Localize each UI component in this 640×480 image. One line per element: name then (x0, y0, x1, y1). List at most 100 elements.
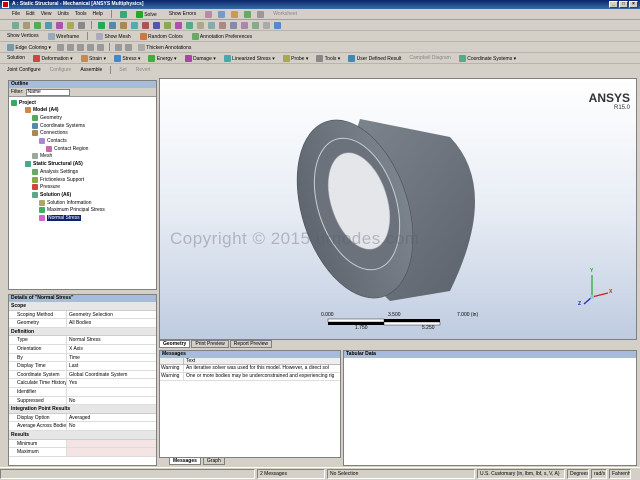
details-value[interactable]: Global Coordinate System (67, 371, 156, 379)
details-section-header[interactable]: Definition (9, 327, 156, 337)
tree-node[interactable]: Analysis Settings (32, 168, 78, 175)
zoom-icon[interactable] (120, 21, 127, 29)
tree-node[interactable]: Model (A4) (25, 107, 59, 114)
zoom-fit-icon[interactable] (142, 21, 149, 29)
show-errors-button[interactable]: Show Errors (166, 10, 200, 18)
details-value[interactable] (67, 439, 156, 448)
tab-graph[interactable]: Graph (202, 457, 225, 465)
pan-icon[interactable] (109, 21, 116, 29)
tree-node[interactable]: Contacts (39, 138, 67, 145)
details-row[interactable]: Geometry All Bodies (9, 319, 156, 328)
details-value[interactable]: Geometry Selection (67, 311, 156, 319)
edge-style-icon-3[interactable] (76, 43, 84, 51)
details-section-header[interactable]: Results (9, 430, 156, 440)
joint-configure-button[interactable]: Joint Configure (4, 66, 44, 74)
details-value[interactable]: Last (67, 362, 156, 370)
details-row[interactable]: Minimum (9, 439, 156, 449)
tools-menu[interactable]: Tools ▾ (313, 54, 343, 63)
tree-node[interactable]: Coordinate Systems (32, 122, 85, 129)
triad-icon[interactable] (274, 21, 281, 29)
select-mode-icon[interactable] (12, 21, 19, 29)
show-vertices-button[interactable]: Show Vertices (4, 32, 42, 40)
edge-select-icon[interactable] (45, 21, 52, 29)
random-colors-button[interactable]: Random Colors (137, 32, 186, 41)
filter-select[interactable]: Name (25, 88, 70, 96)
menu-tools[interactable]: Tools (75, 11, 87, 17)
edge-style-icon-5[interactable] (96, 43, 104, 51)
section-plane-icon[interactable] (208, 21, 215, 29)
box-zoom-icon[interactable] (131, 21, 138, 29)
close-button[interactable]: × (629, 1, 638, 8)
details-row[interactable]: Average Across Bodies No (9, 422, 156, 431)
campbell-diagram-button[interactable]: Campbell Diagram (406, 54, 453, 62)
details-value[interactable] (67, 388, 156, 396)
tree-node[interactable]: Geometry (32, 114, 62, 121)
details-row[interactable]: Maximum (9, 448, 156, 457)
tree-node[interactable]: Connections (32, 130, 68, 137)
wireframe-button[interactable]: Wireframe (45, 32, 82, 41)
legend-icon[interactable] (263, 21, 270, 29)
solve-button[interactable]: Solve (133, 10, 160, 19)
configure-button[interactable]: Configure (47, 66, 75, 74)
details-row[interactable]: Scoping Method Geometry Selection (9, 310, 156, 320)
vertex-select-icon[interactable] (34, 21, 41, 29)
toolbar-icon-d[interactable] (244, 10, 252, 18)
toolbar-icon-a[interactable] (205, 10, 213, 18)
worksheet-button[interactable]: Worksheet (270, 10, 300, 18)
details-value[interactable]: Averaged (67, 414, 156, 422)
details-value[interactable]: X Axis (67, 345, 156, 353)
graphics-viewport[interactable]: ANSYS R15.0 0.000 3.500 7.000 (in) 1.750… (159, 78, 637, 340)
assemble-button[interactable]: Assemble (77, 66, 105, 74)
details-row[interactable]: Type Normal Stress (9, 336, 156, 345)
model-svg[interactable] (160, 79, 638, 341)
tree-node[interactable]: Pressure (32, 184, 60, 191)
toolbar-icon-b[interactable] (218, 10, 226, 18)
tree-node[interactable]: Normal Stress (39, 215, 81, 222)
maximize-button[interactable]: □ (619, 1, 628, 8)
linearized-stress-menu[interactable]: Linearized Stress ▾ (221, 54, 278, 63)
edge-style-icon-4[interactable] (86, 43, 94, 51)
select-type-icon[interactable] (23, 21, 30, 29)
coordinate-systems-menu[interactable]: Coordinate Systems ▾ (456, 54, 519, 63)
details-row[interactable]: Display Option Averaged (9, 413, 156, 423)
message-row[interactable]: Warning One or more bodies may be underc… (160, 373, 340, 381)
details-value[interactable]: Normal Stress (67, 336, 156, 344)
show-mesh-button[interactable]: Show Mesh (93, 32, 134, 41)
previous-view-icon[interactable] (164, 21, 171, 29)
user-defined-result-button[interactable]: User Defined Result (345, 54, 404, 63)
probe-menu[interactable]: Probe ▾ (280, 54, 312, 63)
tab-print-preview[interactable]: Print Preview (191, 340, 229, 348)
magnifier-icon[interactable] (153, 21, 160, 29)
cylinder-model[interactable] (276, 105, 475, 313)
tree-node[interactable]: Solution (A6) (32, 191, 71, 198)
annotation-prefs-button[interactable]: Annotation Preferences (189, 32, 255, 41)
edge-style-icon-6[interactable] (114, 43, 122, 51)
menu-units[interactable]: Units (57, 11, 68, 17)
menu-edit[interactable]: Edit (26, 11, 35, 17)
stress-menu[interactable]: Stress ▾ (111, 54, 143, 63)
message-row[interactable]: Warning An iterative solver was used for… (160, 365, 340, 373)
iso-view-icon[interactable] (186, 21, 193, 29)
deformation-menu[interactable]: Deformation ▾ (30, 54, 76, 63)
edge-coloring-button[interactable]: Edge Coloring ▾ (4, 43, 54, 52)
body-select-icon[interactable] (67, 21, 74, 29)
menu-view[interactable]: View (41, 11, 52, 17)
damage-menu[interactable]: Damage ▾ (182, 54, 219, 63)
rotate-icon[interactable] (98, 21, 105, 29)
new-icon[interactable] (119, 10, 127, 18)
next-view-icon[interactable] (175, 21, 182, 29)
toolbar-icon-e[interactable] (257, 10, 265, 18)
strain-menu[interactable]: Strain ▾ (78, 54, 109, 63)
menu-help[interactable]: Help (93, 11, 103, 17)
face-select-icon[interactable] (56, 21, 63, 29)
thicken-annotations-button[interactable]: Thicken Annotations (135, 43, 194, 52)
toolbar-icon-c[interactable] (231, 10, 239, 18)
details-row[interactable]: By Time (9, 353, 156, 363)
details-value[interactable]: Yes (67, 379, 156, 387)
tree-node[interactable]: Contact Region (46, 145, 88, 152)
edge-style-icon-2[interactable] (66, 43, 74, 51)
show-icon[interactable] (230, 21, 237, 29)
details-section-header[interactable]: Scope (9, 302, 156, 311)
edge-style-icon-1[interactable] (56, 43, 64, 51)
details-value[interactable] (67, 448, 156, 456)
